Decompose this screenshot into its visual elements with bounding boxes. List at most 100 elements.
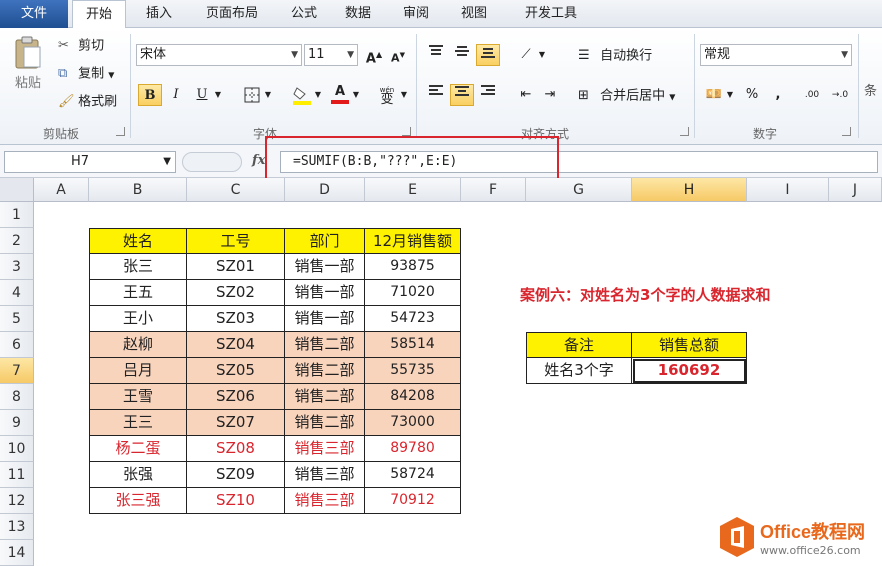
row-header-9[interactable]: 9 [0,410,34,436]
tab-insert[interactable]: 插入 [132,0,186,28]
table-cell-dept[interactable]: 销售三部 [285,488,365,514]
chevron-down-icon[interactable]: ▼ [350,84,362,106]
insert-function-icon[interactable]: fx [252,153,265,168]
tab-developer[interactable]: 开发工具 [512,0,590,28]
table-cell-dept[interactable]: 销售三部 [285,436,365,462]
row-header-3[interactable]: 3 [0,254,34,280]
column-header-a[interactable]: A [34,178,89,202]
table-cell-dept[interactable]: 销售一部 [285,254,365,280]
result-value-cell[interactable]: 160692 [632,358,747,384]
table-cell-sales[interactable]: 93875 [365,254,461,280]
row-header-4[interactable]: 4 [0,280,34,306]
tab-file[interactable]: 文件 [0,0,68,28]
row-header-14[interactable]: 14 [0,540,34,566]
table-cell-name[interactable]: 赵柳 [89,332,187,358]
chevron-down-icon[interactable]: ▼ [312,84,324,106]
align-top-icon[interactable] [424,44,448,66]
table-header-cell[interactable]: 部门 [285,228,365,254]
alignment-launcher-icon[interactable] [680,127,689,136]
borders-icon[interactable] [240,84,264,106]
grow-font-icon[interactable]: A▲ [362,44,386,66]
tab-review[interactable]: 审阅 [394,0,438,28]
table-header-cell[interactable]: 姓名 [89,228,187,254]
row-header-10[interactable]: 10 [0,436,34,462]
tab-page-layout[interactable]: 页面布局 [192,0,272,28]
row-header-2[interactable]: 2 [0,228,34,254]
font-color-icon[interactable]: A [328,84,352,106]
fill-color-icon[interactable] [290,84,314,106]
table-cell-id[interactable]: SZ10 [187,488,285,514]
row-header-13[interactable]: 13 [0,514,34,540]
align-right-icon[interactable] [476,84,500,106]
table-header-cell[interactable]: 12月销售额 [365,228,461,254]
conditional-format-button[interactable]: 条 [864,82,877,102]
align-bottom-icon[interactable] [476,44,500,66]
phonetic-guide-icon[interactable]: wén 变 [374,84,400,106]
table-header-cell[interactable]: 工号 [187,228,285,254]
table-cell-id[interactable]: SZ03 [187,306,285,332]
formula-bar-splitter[interactable] [182,152,242,172]
result-label-cell[interactable]: 姓名3个字 [526,358,632,384]
column-header-c[interactable]: C [187,178,285,202]
row-header-5[interactable]: 5 [0,306,34,332]
table-cell-dept[interactable]: 销售二部 [285,358,365,384]
chevron-down-icon[interactable]: ▼ [724,84,736,106]
wrap-text-button[interactable]: ☰ 自动换行 [578,46,652,67]
table-cell-sales[interactable]: 70912 [365,488,461,514]
table-cell-name[interactable]: 吕月 [89,358,187,384]
cut-button[interactable]: ✂ 剪切 [58,36,104,57]
table-cell-id[interactable]: SZ06 [187,384,285,410]
align-center-icon[interactable] [450,84,474,106]
table-cell-id[interactable]: SZ09 [187,462,285,488]
copy-button[interactable]: ⧉ 复制 ▼ [58,64,114,86]
tab-home[interactable]: 开始 [72,0,126,29]
bold-button[interactable]: B [138,84,162,106]
paste-button[interactable]: 粘贴 [8,36,48,94]
row-header-11[interactable]: 11 [0,462,34,488]
table-cell-id[interactable]: SZ07 [187,410,285,436]
table-cell-name[interactable]: 张三强 [89,488,187,514]
table-cell-name[interactable]: 王三 [89,410,187,436]
increase-indent-icon[interactable]: ⇥ [538,84,562,106]
column-header-f[interactable]: F [461,178,526,202]
column-header-b[interactable]: B [89,178,187,202]
align-middle-icon[interactable] [450,44,474,66]
table-cell-sales[interactable]: 54723 [365,306,461,332]
shrink-font-icon[interactable]: A▼ [386,44,410,66]
increase-decimal-button[interactable]: .00 [800,84,824,106]
table-cell-name[interactable]: 王雪 [89,384,187,410]
table-cell-sales[interactable]: 58724 [365,462,461,488]
table-cell-sales[interactable]: 58514 [365,332,461,358]
font-launcher-icon[interactable] [402,127,411,136]
table-cell-sales[interactable]: 84208 [365,384,461,410]
table-cell-dept[interactable]: 销售二部 [285,384,365,410]
table-cell-id[interactable]: SZ01 [187,254,285,280]
format-painter-button[interactable]: 🖌 格式刷 [58,92,117,113]
row-header-8[interactable]: 8 [0,384,34,410]
table-cell-dept[interactable]: 销售一部 [285,306,365,332]
table-cell-sales[interactable]: 89780 [365,436,461,462]
table-cell-sales[interactable]: 55735 [365,358,461,384]
tab-view[interactable]: 视图 [452,0,496,28]
table-cell-name[interactable]: 张强 [89,462,187,488]
column-header-i[interactable]: I [747,178,829,202]
table-cell-id[interactable]: SZ02 [187,280,285,306]
table-cell-id[interactable]: SZ05 [187,358,285,384]
percent-button[interactable]: % [740,84,764,106]
result-header-cell[interactable]: 备注 [526,332,632,358]
table-cell-dept[interactable]: 销售一部 [285,280,365,306]
merge-center-button[interactable]: ⊞ 合并后居中 ▼ [578,86,675,108]
decrease-decimal-button[interactable]: →.0 [828,84,852,106]
tab-formulas[interactable]: 公式 [282,0,326,28]
font-name-combo[interactable]: 宋体 ▼ [136,44,302,66]
table-cell-sales[interactable]: 73000 [365,410,461,436]
number-launcher-icon[interactable] [842,127,851,136]
table-cell-id[interactable]: SZ08 [187,436,285,462]
table-cell-id[interactable]: SZ04 [187,332,285,358]
number-format-combo[interactable]: 常规 ▼ [700,44,852,66]
name-box[interactable]: H7 ▼ [4,151,176,173]
tab-data[interactable]: 数据 [336,0,380,28]
chevron-down-icon[interactable]: ▼ [212,84,224,106]
chevron-down-icon[interactable]: ▼ [262,84,274,106]
align-left-icon[interactable] [424,84,448,106]
